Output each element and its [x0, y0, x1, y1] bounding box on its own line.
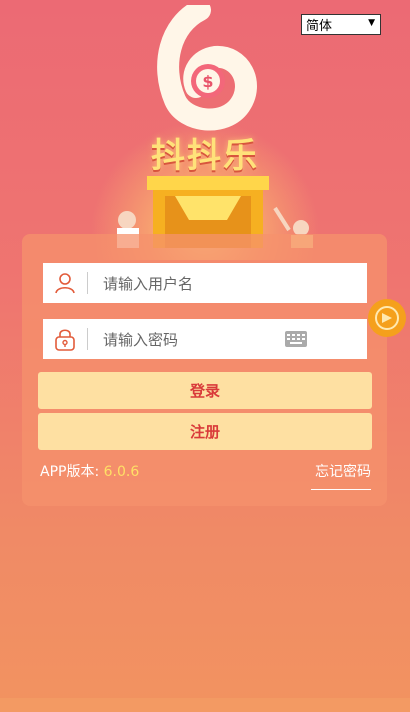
- chevron-down-icon: ▼: [368, 18, 375, 28]
- bottom-band: [0, 698, 410, 712]
- field-divider: [87, 272, 88, 294]
- field-divider: [87, 328, 88, 350]
- user-icon: [43, 263, 87, 303]
- username-field[interactable]: 请输入用户名: [43, 263, 367, 303]
- password-placeholder: 请输入密码: [103, 330, 179, 349]
- version-label: APP版本:: [40, 464, 100, 480]
- version-number: 6.0.6: [103, 464, 140, 480]
- language-select[interactable]: 简体 ▼: [301, 14, 381, 35]
- username-placeholder: 请输入用户名: [103, 274, 194, 293]
- arrow-right-icon[interactable]: [367, 298, 407, 338]
- keyboard-icon[interactable]: [285, 331, 307, 347]
- register-button[interactable]: 注册: [38, 413, 372, 450]
- password-field[interactable]: 请输入密码: [43, 319, 367, 359]
- lock-icon: [43, 319, 87, 359]
- svg-text:$: $: [202, 72, 213, 91]
- app-version: APP版本: 6.0.6: [40, 461, 139, 481]
- login-button[interactable]: 登录: [38, 372, 372, 409]
- forgot-password-link[interactable]: 忘记密码: [311, 461, 371, 490]
- language-select-value: 简体: [306, 19, 333, 34]
